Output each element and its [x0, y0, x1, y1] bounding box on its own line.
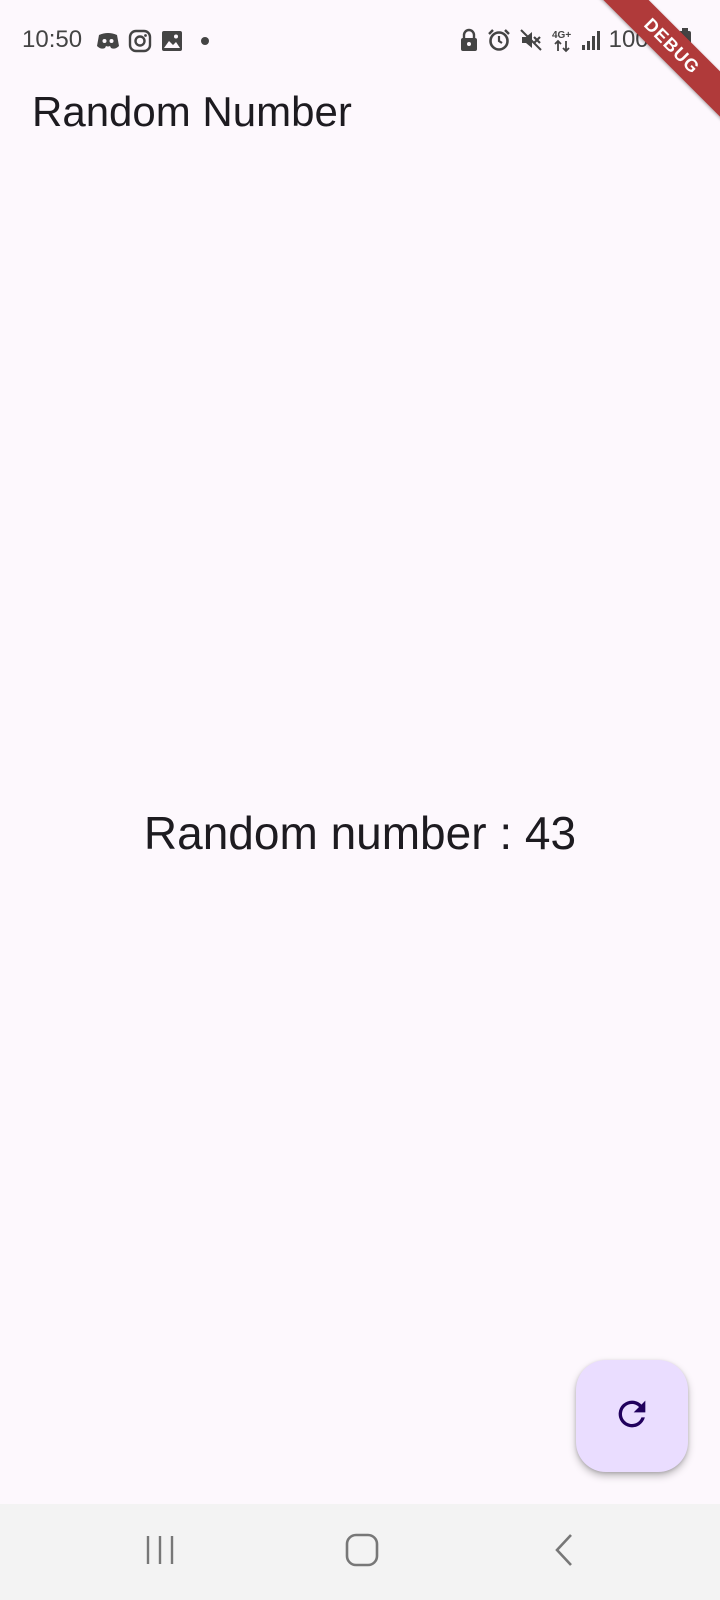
discord-icon	[96, 31, 120, 51]
system-nav-bar	[0, 1504, 720, 1600]
home-button[interactable]	[302, 1504, 422, 1600]
app-bar: Random Number	[0, 82, 720, 172]
page-title: Random Number	[32, 88, 352, 135]
4g-icon: 4G+	[551, 27, 573, 53]
instagram-icon	[128, 29, 152, 53]
status-bar: 10:50 4G+ 100%	[0, 0, 720, 82]
signal-icon	[581, 29, 601, 51]
back-icon	[551, 1532, 577, 1573]
status-left-icons	[96, 28, 210, 54]
gallery-icon	[160, 29, 184, 53]
refresh-icon	[612, 1394, 652, 1439]
alarm-icon	[487, 28, 511, 52]
home-icon	[344, 1532, 380, 1573]
mute-icon	[519, 28, 543, 52]
refresh-button[interactable]	[576, 1360, 688, 1472]
notification-dot-icon	[200, 36, 210, 46]
lock-icon	[459, 28, 479, 52]
random-number-text: Random number : 43	[143, 807, 577, 859]
svg-text:4G+: 4G+	[552, 30, 571, 41]
recents-icon	[143, 1533, 177, 1572]
recents-button[interactable]	[100, 1504, 220, 1600]
back-button[interactable]	[504, 1504, 624, 1600]
status-time: 10:50	[22, 26, 83, 53]
